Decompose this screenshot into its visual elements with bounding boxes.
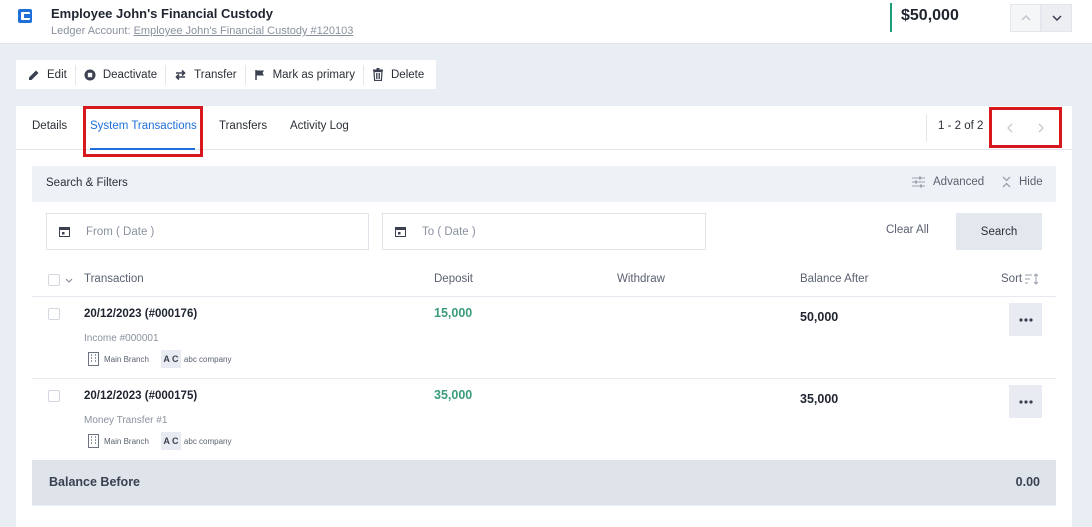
ledger-label: Ledger Account: — [51, 25, 131, 37]
column-balance-after: Balance After — [800, 273, 869, 285]
column-transaction: Transaction — [84, 273, 144, 285]
transaction-title: 20/12/2023 (#000176) — [84, 308, 198, 320]
row-tags: Main Branch A C abc company — [88, 350, 232, 368]
next-record-button[interactable] — [1041, 4, 1072, 32]
clear-all-button[interactable]: Clear All — [886, 224, 929, 236]
ledger-account-link[interactable]: Employee John's Financial Custody #12010… — [134, 25, 354, 37]
chevron-down-icon — [1051, 15, 1062, 21]
to-date-input[interactable]: To ( Date ) — [382, 213, 706, 250]
transaction-reference: Money Transfer #1 — [84, 415, 168, 426]
delete-label: Delete — [391, 68, 425, 81]
wallet-icon — [18, 9, 34, 23]
search-filters-panel: Search & Filters Advanced Hide From ( Da… — [32, 166, 1056, 506]
deactivate-button[interactable]: Deactivate — [76, 64, 167, 85]
transaction-reference: Income #000001 — [84, 333, 159, 344]
hide-filters-button[interactable]: Hide — [1002, 176, 1043, 188]
collapse-icon — [1002, 176, 1011, 188]
column-withdraw: Withdraw — [617, 273, 665, 285]
deposit-amount: 35,000 — [434, 388, 473, 402]
ledger-account: Ledger Account: Employee John's Financia… — [51, 25, 353, 37]
tab-activity-log[interactable]: Activity Log — [290, 120, 349, 132]
sort-icon — [1025, 273, 1039, 285]
transaction-title: 20/12/2023 (#000175) — [84, 390, 198, 402]
row-actions-button[interactable] — [1009, 303, 1042, 336]
previous-record-button[interactable] — [1010, 4, 1041, 32]
more-horizontal-icon — [1018, 399, 1033, 404]
deactivate-label: Deactivate — [102, 68, 158, 81]
deposit-amount: 15,000 — [434, 306, 473, 320]
balance-after-amount: 35,000 — [800, 392, 839, 406]
mark-primary-label: Mark as primary — [272, 68, 355, 81]
advanced-label: Advanced — [933, 176, 985, 188]
search-button[interactable]: Search — [956, 213, 1042, 250]
main-card: Details System Transactions Transfers Ac… — [16, 106, 1072, 527]
balance-after-amount: 50,000 — [800, 310, 839, 324]
sort-button[interactable]: Sort — [1001, 273, 1040, 285]
transfer-button[interactable]: Transfer — [166, 64, 246, 85]
balance-before-label: Balance Before — [49, 475, 141, 489]
stop-circle-icon — [84, 69, 96, 80]
row-tags: Main Branch A C abc company — [88, 432, 232, 450]
flag-icon — [254, 69, 264, 80]
calendar-icon — [395, 227, 406, 237]
branch-label: Main Branch — [104, 354, 149, 364]
amount-accent-bar — [890, 3, 892, 32]
balance-before-value: 0.00 — [1015, 475, 1040, 489]
advanced-filters-button[interactable]: Advanced — [912, 176, 984, 188]
row-checkbox[interactable] — [48, 390, 60, 402]
page-header: Employee John's Financial Custody Ledger… — [0, 0, 1092, 44]
chevron-up-icon — [1020, 15, 1031, 21]
tab-bar: Details System Transactions Transfers Ac… — [16, 106, 1072, 157]
sort-label: Sort — [1001, 273, 1023, 285]
highlight-box-tab — [83, 106, 203, 157]
row-actions-button[interactable] — [1009, 385, 1042, 418]
row-checkbox[interactable] — [48, 308, 60, 320]
delete-button[interactable]: Delete — [364, 65, 432, 85]
transfer-arrows-icon — [175, 69, 186, 80]
balance-before-row: Balance Before 0.00 — [32, 460, 1056, 505]
transfer-label: Transfer — [194, 68, 237, 81]
to-date-placeholder: To ( Date ) — [422, 225, 476, 238]
filter-inputs-row: From ( Date ) To ( Date ) Clear All Sear… — [32, 202, 1056, 264]
more-horizontal-icon — [1018, 317, 1033, 322]
from-date-placeholder: From ( Date ) — [86, 225, 155, 238]
page-title: Employee John's Financial Custody — [51, 6, 273, 21]
action-toolbar: Edit Deactivate Transfer Mark as primary… — [16, 60, 436, 89]
from-date-input[interactable]: From ( Date ) — [46, 213, 369, 250]
pagination-text: 1 - 2 of 2 — [938, 120, 984, 132]
company-badge: A C — [160, 350, 181, 368]
company-badge: A C — [160, 432, 181, 450]
company-label: abc company — [183, 436, 232, 446]
edit-label: Edit — [47, 68, 67, 81]
hide-label: Hide — [1019, 176, 1043, 188]
calendar-icon — [59, 227, 70, 237]
column-deposit: Deposit — [434, 273, 473, 285]
chevron-down-icon[interactable] — [65, 278, 73, 283]
tab-transfers[interactable]: Transfers — [219, 120, 267, 132]
filters-header: Search & Filters Advanced Hide — [32, 166, 1056, 202]
table-row[interactable]: 20/12/2023 (#000175) Money Transfer #1 M… — [32, 378, 1056, 460]
pager-divider — [926, 114, 927, 142]
balance-amount: $50,000 — [901, 7, 959, 24]
table-row[interactable]: 20/12/2023 (#000176) Income #000001 Main… — [32, 296, 1056, 378]
building-icon — [88, 434, 99, 448]
mark-as-primary-button[interactable]: Mark as primary — [246, 64, 364, 85]
trash-icon — [373, 68, 383, 81]
pencil-icon — [29, 70, 39, 80]
highlight-box-pager — [989, 107, 1062, 148]
sliders-icon — [912, 176, 925, 188]
table-header: Transaction Deposit Withdraw Balance Aft… — [32, 264, 1056, 296]
select-all-checkbox[interactable] — [48, 274, 60, 286]
building-icon — [88, 352, 99, 366]
branch-label: Main Branch — [104, 436, 149, 446]
tab-details[interactable]: Details — [32, 120, 67, 132]
filters-title: Search & Filters — [46, 177, 128, 189]
edit-button[interactable]: Edit — [20, 64, 76, 85]
company-label: abc company — [183, 354, 232, 364]
